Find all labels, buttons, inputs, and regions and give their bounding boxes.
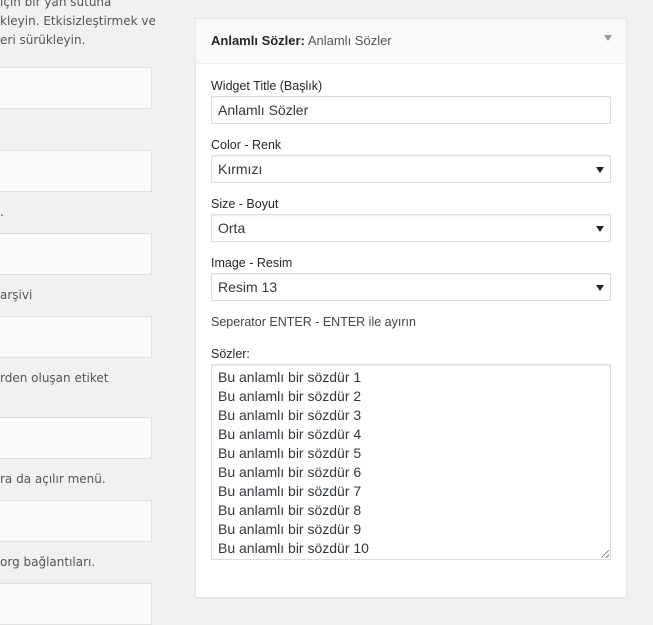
widgets-help-line-3: eri sürükleyin. bbox=[0, 33, 86, 47]
widget-description: arşivi bbox=[0, 288, 33, 302]
caret-down-icon[interactable] bbox=[604, 35, 612, 41]
widget-description: . bbox=[0, 205, 4, 219]
available-widgets-column: için bir yan sütuna kleyin. Etkisizleşti… bbox=[0, 0, 190, 625]
separator-note: Seperator ENTER - ENTER ile ayırın bbox=[211, 315, 416, 329]
size-select-value: Orta bbox=[218, 220, 246, 236]
color-field-label: Color - Renk bbox=[211, 138, 282, 152]
title-input[interactable]: Anlamlı Sözler bbox=[211, 96, 611, 124]
widget-anlamli-sozler: Anlamlı Sözler: Anlamlı Sözler Widget Ti… bbox=[195, 18, 627, 598]
available-widget[interactable] bbox=[0, 150, 152, 192]
available-widget[interactable] bbox=[0, 417, 152, 459]
textarea-line: Bu anlamlı bir sözdür 1 bbox=[218, 369, 362, 385]
available-widget[interactable] bbox=[0, 583, 152, 625]
sozler-field-label: Sözler: bbox=[211, 347, 250, 361]
textarea-line: Bu anlamlı bir sözdür 4 bbox=[218, 426, 362, 442]
available-widget[interactable] bbox=[0, 67, 152, 109]
widgets-help-line-2: kleyin. Etkisizleştirmek ve bbox=[0, 14, 156, 28]
available-widget[interactable] bbox=[0, 233, 152, 275]
size-field-label: Size - Boyut bbox=[211, 197, 279, 211]
textarea-line: Bu anlamlı bir sözdür 7 bbox=[218, 483, 362, 499]
available-widget[interactable] bbox=[0, 500, 152, 542]
available-widget[interactable] bbox=[0, 316, 152, 358]
widget-header[interactable]: Anlamlı Sözler: Anlamlı Sözler bbox=[196, 19, 626, 64]
widget-form: Widget Title (Başlık) Anlamlı Sözler Col… bbox=[211, 79, 611, 574]
image-select-value: Resim 13 bbox=[218, 279, 278, 295]
size-select[interactable]: Orta bbox=[211, 214, 611, 242]
textarea-line: Bu anlamlı bir sözdür 2 bbox=[218, 388, 362, 404]
image-field-label: Image - Resim bbox=[211, 256, 293, 270]
widget-description: org bağlantıları. bbox=[0, 555, 96, 569]
textarea-line: Bu anlamlı bir sözdür 6 bbox=[218, 464, 362, 480]
resize-handle-icon[interactable] bbox=[601, 550, 609, 558]
textarea-line: Bu anlamlı bir sözdür 9 bbox=[218, 521, 362, 537]
title-field-label: Widget Title (Başlık) bbox=[211, 79, 323, 93]
widget-title: Anlamlı Sözler: Anlamlı Sözler bbox=[211, 33, 392, 48]
widget-title-main: Anlamlı Sözler bbox=[211, 33, 301, 48]
textarea-line: Bu anlamlı bir sözdür 10 bbox=[218, 540, 369, 556]
widget-title-instance: Anlamlı Sözler bbox=[307, 33, 392, 48]
color-select-value: Kırmızı bbox=[218, 161, 263, 177]
textarea-line: Bu anlamlı bir sözdür 5 bbox=[218, 445, 362, 461]
textarea-line: Bu anlamlı bir sözdür 8 bbox=[218, 502, 362, 518]
textarea-line: Bu anlamlı bir sözdür 3 bbox=[218, 407, 362, 423]
widget-description: ra da açılır menü. bbox=[0, 472, 106, 486]
widget-description: rden oluşan etiket bbox=[0, 371, 109, 385]
dropdown-arrow-icon bbox=[596, 226, 604, 232]
color-select[interactable]: Kırmızı bbox=[211, 155, 611, 183]
dropdown-arrow-icon bbox=[596, 167, 604, 173]
sozler-textarea[interactable]: Bu anlamlı bir sözdür 1 Bu anlamlı bir s… bbox=[211, 364, 611, 560]
widget-title-separator: : bbox=[300, 33, 305, 48]
dropdown-arrow-icon bbox=[596, 285, 604, 291]
widgets-help-line-1: için bir yan sütuna bbox=[0, 0, 112, 9]
image-select[interactable]: Resim 13 bbox=[211, 273, 611, 301]
